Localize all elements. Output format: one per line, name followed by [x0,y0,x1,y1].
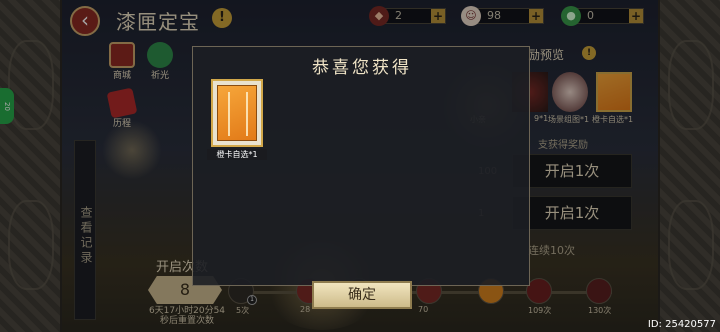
reward-card-label: 橙卡自选*1 [207,149,267,160]
orange-card-icon [217,85,257,141]
confirm-button[interactable]: 确定 [312,281,412,309]
modal-title: 恭喜您获得 [312,58,412,78]
reward-modal: 恭喜您获得 橙卡自选*1 [192,46,530,286]
user-id: ID: 25420577 [647,319,716,330]
reward-card[interactable] [211,79,263,147]
